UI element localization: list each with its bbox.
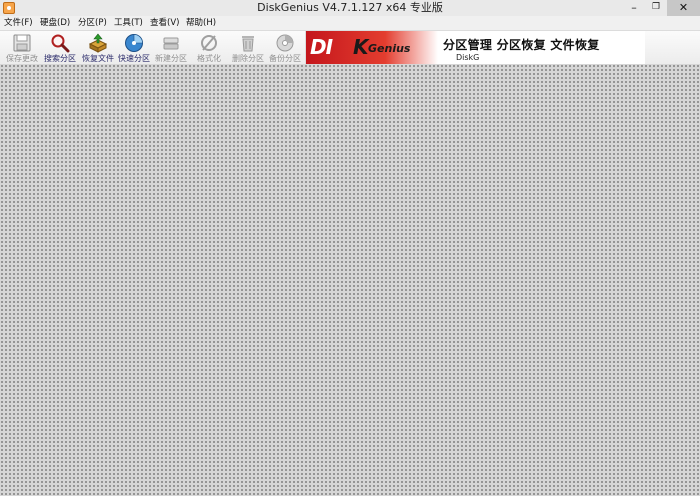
format-button[interactable]: 格式化: [191, 31, 227, 64]
banner-slogan: 分区管理 分区恢复 文件恢复: [443, 38, 600, 52]
logo-text-di: DI: [310, 35, 333, 59]
toolbar: 保存更改 搜索分区 恢复文件 快速分区 新建分区 格式化 删除分区 备份分区: [0, 31, 305, 64]
backup-partition-button[interactable]: 备份分区: [267, 31, 303, 64]
menu-disk[interactable]: 硬盘(D): [40, 16, 70, 30]
menu-bar: 文件(F) 硬盘(D) 分区(P) 工具(T) 查看(V) 帮助(H): [0, 16, 700, 31]
recover-file-button[interactable]: 恢复文件: [80, 31, 116, 64]
new-partition-button[interactable]: 新建分区: [153, 31, 189, 64]
close-button[interactable]: ✕: [667, 0, 700, 16]
logo-text-k: K: [353, 35, 369, 59]
format-label: 格式化: [197, 54, 221, 63]
quick-partition-button[interactable]: 快速分区: [116, 31, 152, 64]
maximize-button[interactable]: ❐: [645, 0, 667, 16]
menu-partition[interactable]: 分区(P): [78, 16, 107, 30]
new-partition-icon: [163, 37, 179, 50]
window-title: DiskGenius V4.7.1.127 x64 专业版: [257, 1, 443, 14]
save-changes-button[interactable]: 保存更改: [4, 31, 40, 64]
brand-banner: DI K Genius 分区管理 分区恢复 文件恢复 DiskG: [305, 31, 646, 64]
menu-tools[interactable]: 工具(T): [114, 16, 143, 30]
search-icon: [51, 34, 70, 53]
delete-partition-button[interactable]: 删除分区: [230, 31, 266, 64]
logo-text-genius: Genius: [368, 42, 411, 55]
menu-view[interactable]: 查看(V): [150, 16, 179, 30]
diskgenius-logo: DI K Genius: [306, 31, 438, 64]
menu-file[interactable]: 文件(F): [4, 16, 33, 30]
minimize-button[interactable]: –: [623, 0, 645, 16]
format-icon: [201, 35, 217, 51]
recover-file-icon: [88, 33, 108, 53]
search-partition-button[interactable]: 搜索分区: [42, 31, 78, 64]
delete-icon: [242, 36, 254, 52]
main-workspace: [0, 64, 700, 496]
menu-help[interactable]: 帮助(H): [186, 16, 216, 30]
backup-icon: [276, 34, 294, 52]
save-icon: [13, 34, 31, 52]
toolbar-filler: [645, 31, 700, 64]
title-bar: DiskGenius V4.7.1.127 x64 专业版 – ❐ ✕: [0, 0, 700, 17]
banner-subtext: DiskG: [456, 53, 480, 62]
quick-partition-icon: [125, 34, 143, 52]
backup-partition-label: 备份分区: [269, 54, 301, 63]
